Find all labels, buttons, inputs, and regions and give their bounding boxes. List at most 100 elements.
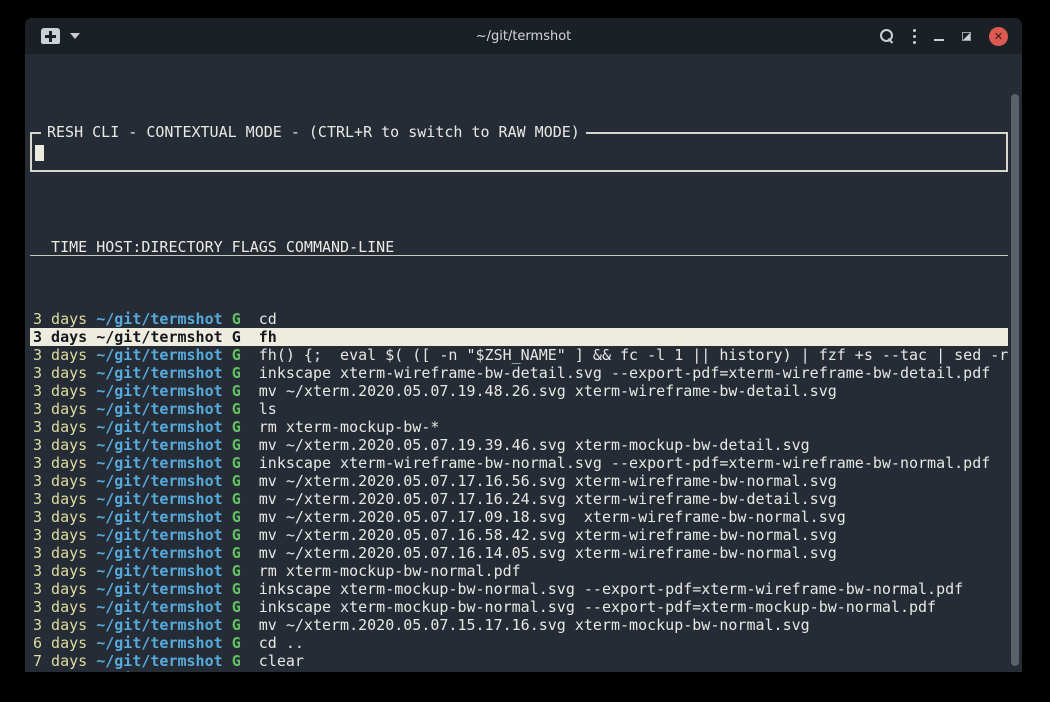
search-box-title: RESH CLI - CONTEXTUAL MODE - (CTRL+R to … — [41, 123, 586, 141]
row-command: mv ~/xterm.2020.05.07.17.16.24.svg xterm… — [259, 490, 837, 508]
titlebar[interactable]: ~/git/termshot ✕ — [25, 18, 1022, 54]
row-flags: G — [232, 508, 259, 526]
row-time: 3 days — [33, 472, 96, 490]
search-input-box[interactable]: RESH CLI - CONTEXTUAL MODE - (CTRL+R to … — [30, 132, 1008, 172]
history-row[interactable]: 3 days ~/git/termshot G fh() {; eval $( … — [30, 346, 1008, 364]
history-row[interactable]: 3 days ~/git/termshot G cd — [30, 310, 1008, 328]
row-command: time date — [259, 670, 340, 672]
row-time: 3 days — [33, 616, 96, 634]
row-flags: G — [232, 562, 259, 580]
row-time: 3 days — [33, 598, 96, 616]
row-command: ls — [259, 400, 277, 418]
terminal-window: ~/git/termshot ✕ RESH CLI - CONTEXTUAL M… — [25, 18, 1022, 672]
row-flags: G — [232, 436, 259, 454]
history-row[interactable]: 6 days ~/git/termshot G cd .. — [30, 634, 1008, 652]
history-row[interactable]: 3 days ~/git/termshot G inkscape xterm-w… — [30, 364, 1008, 382]
history-row[interactable]: 3 days ~/git/termshot G rm xterm-mockup-… — [30, 418, 1008, 436]
row-flags: G — [232, 490, 259, 508]
row-flags: G — [232, 616, 259, 634]
row-flags: G — [232, 598, 259, 616]
history-row[interactable]: 3 days ~/git/termshot G fh — [30, 328, 1008, 346]
history-row[interactable]: 3 days ~/git/termshot G ls — [30, 400, 1008, 418]
row-time: 3 days — [33, 562, 96, 580]
close-icon[interactable]: ✕ — [989, 27, 1008, 46]
row-host: ~/git/termshot — [96, 544, 231, 562]
row-host: ~/git/termshot — [96, 400, 231, 418]
row-host: ~/git/termshot — [96, 526, 231, 544]
row-command: fh — [259, 328, 277, 346]
row-time: 6 days — [33, 634, 96, 652]
row-host: ~/git/termshot — [96, 490, 231, 508]
restore-icon[interactable] — [962, 32, 971, 41]
scrollbar[interactable] — [1011, 94, 1019, 666]
search-icon[interactable] — [879, 28, 895, 44]
row-time: 3 days — [33, 364, 96, 382]
history-row[interactable]: 3 days ~/git/termshot G inkscape xterm-w… — [30, 454, 1008, 472]
history-row[interactable]: 3 days ~/git/termshot G mv ~/xterm.2020.… — [30, 472, 1008, 490]
history-table-header: TIME HOST:DIRECTORY FLAGS COMMAND-LINE — [30, 238, 1008, 256]
history-row[interactable]: 3 days ~/git/termshot G mv ~/xterm.2020.… — [30, 382, 1008, 400]
row-time: 3 days — [33, 508, 96, 526]
row-host: ~/git/termshot — [96, 580, 231, 598]
history-row[interactable]: 3 days ~/git/termshot G inkscape xterm-m… — [30, 598, 1008, 616]
row-command: fh() {; eval $( ([ -n "$ZSH_NAME" ] && f… — [259, 346, 1008, 364]
row-host: ~/git/termshot — [96, 310, 231, 328]
terminal-screen[interactable]: RESH CLI - CONTEXTUAL MODE - (CTRL+R to … — [25, 54, 1022, 672]
chevron-down-icon[interactable] — [70, 33, 80, 39]
row-command: mv ~/xterm.2020.05.07.16.14.05.svg xterm… — [259, 544, 837, 562]
row-command: rm xterm-mockup-bw-* — [259, 418, 440, 436]
row-command: inkscape xterm-wireframe-bw-normal.svg -… — [259, 454, 991, 472]
row-time: 3 days — [33, 310, 96, 328]
history-list: 3 days ~/git/termshot G cd3 days ~/git/t… — [30, 310, 1008, 672]
history-row[interactable]: 3 days ~/git/termshot G mv ~/xterm.2020.… — [30, 616, 1008, 634]
history-row[interactable]: 3 days ~/git/termshot G mv ~/xterm.2020.… — [30, 526, 1008, 544]
row-time: 7 days — [33, 652, 96, 670]
history-row[interactable]: 3 days ~/git/termshot G mv ~/xterm.2020.… — [30, 436, 1008, 454]
row-time: 3 days — [33, 346, 96, 364]
row-host: ~/git/termshot — [96, 418, 231, 436]
history-row[interactable]: 7 days ~/git/termshot G time date — [30, 670, 1008, 672]
row-host: ~/git/termshot — [96, 436, 231, 454]
row-host: ~/git/termshot — [96, 346, 231, 364]
row-flags: G — [232, 364, 259, 382]
row-time: 3 days — [33, 580, 96, 598]
minimize-icon[interactable] — [934, 39, 944, 41]
row-flags: G — [232, 346, 259, 364]
row-command: cd — [259, 310, 277, 328]
row-host: ~/git/termshot — [96, 508, 231, 526]
row-command: cd .. — [259, 634, 304, 652]
window-title: ~/git/termshot — [25, 29, 1022, 44]
row-flags: G — [232, 400, 259, 418]
row-flags: G — [232, 526, 259, 544]
row-command: mv ~/xterm.2020.05.07.15.17.16.svg xterm… — [259, 616, 810, 634]
row-host: ~/git/termshot — [96, 328, 231, 346]
row-time: 3 days — [33, 328, 96, 346]
row-host: ~/git/termshot — [96, 634, 231, 652]
row-host: ~/git/termshot — [96, 562, 231, 580]
history-row[interactable]: 7 days ~/git/termshot G clear — [30, 652, 1008, 670]
history-row[interactable]: 3 days ~/git/termshot G mv ~/xterm.2020.… — [30, 508, 1008, 526]
row-command: inkscape xterm-wireframe-bw-detail.svg -… — [259, 364, 991, 382]
row-time: 3 days — [33, 418, 96, 436]
history-row[interactable]: 3 days ~/git/termshot G mv ~/xterm.2020.… — [30, 490, 1008, 508]
row-time: 3 days — [33, 382, 96, 400]
row-time: 3 days — [33, 526, 96, 544]
row-host: ~/git/termshot — [96, 616, 231, 634]
row-host: ~/git/termshot — [96, 364, 231, 382]
row-time: 3 days — [33, 454, 96, 472]
row-time: 3 days — [33, 544, 96, 562]
row-flags: G — [232, 580, 259, 598]
menu-icon[interactable] — [913, 29, 916, 44]
history-row[interactable]: 3 days ~/git/termshot G rm xterm-mockup-… — [30, 562, 1008, 580]
row-time: 3 days — [33, 436, 96, 454]
row-command: mv ~/xterm.2020.05.07.17.16.56.svg xterm… — [259, 472, 837, 490]
new-tab-icon[interactable] — [41, 28, 60, 44]
row-flags: G — [232, 418, 259, 436]
row-command: clear — [259, 652, 304, 670]
history-row[interactable]: 3 days ~/git/termshot G inkscape xterm-m… — [30, 580, 1008, 598]
history-row[interactable]: 3 days ~/git/termshot G mv ~/xterm.2020.… — [30, 544, 1008, 562]
row-time: 3 days — [33, 490, 96, 508]
text-cursor — [35, 145, 44, 161]
row-command: mv ~/xterm.2020.05.07.19.39.46.svg xterm… — [259, 436, 810, 454]
row-command: inkscape xterm-mockup-bw-normal.svg --ex… — [259, 598, 936, 616]
